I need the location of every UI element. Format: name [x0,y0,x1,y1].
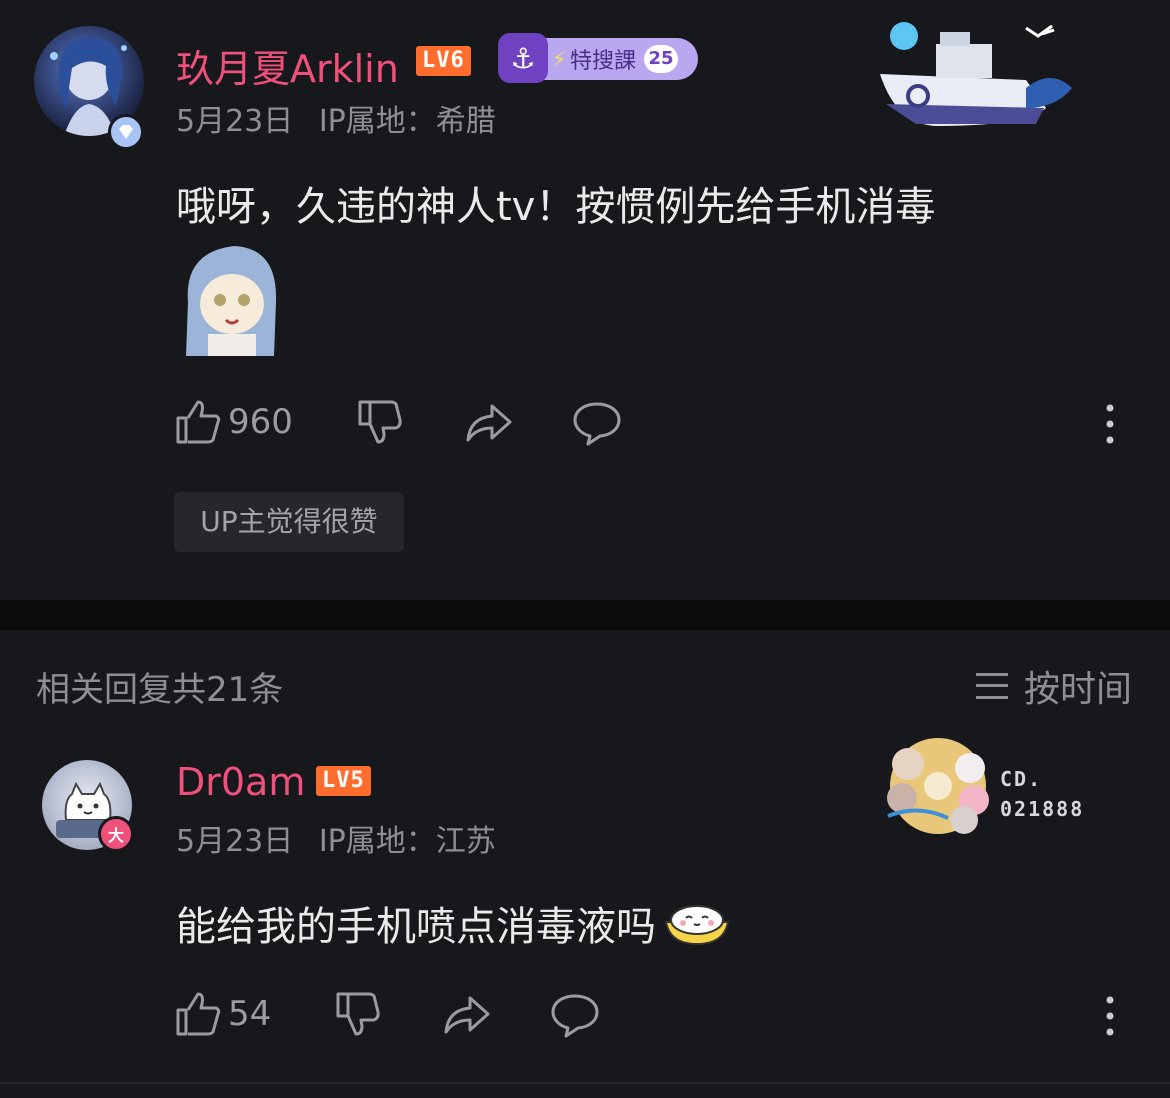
dislike-icon [358,400,402,444]
fan-medal[interactable]: ⚓ ⚡ 特搜課 25 [498,33,698,83]
comment-text-row: 能给我的手机喷点消毒液吗 [176,894,732,952]
like-icon [176,400,221,444]
more-button[interactable] [1100,994,1120,1038]
comment-text: 能给我的手机喷点消毒液吗 [176,904,656,950]
more-icon [1106,996,1114,1036]
level-badge: LV6 [416,46,471,76]
sort-label: 按时间 [1023,669,1132,710]
diamond-icon [119,125,133,139]
dislike-button[interactable] [334,990,382,1038]
action-bar: 54 [0,986,1170,1046]
username[interactable]: Dr0am [176,760,305,804]
like-count: 960 [228,402,293,442]
section-divider [0,600,1170,630]
menu-icon [975,673,1008,699]
reply-comment: 大 Dr0am LV5 5月23日 IP属地：江苏 CD. 021888 能给我… [0,730,1170,1082]
up-liked-tag: UP主觉得很赞 [174,492,404,552]
more-icon [1106,404,1114,444]
share-icon [466,404,512,442]
vip-badge [108,114,144,150]
bottom-divider [0,1082,1170,1084]
reply-icon [551,994,599,1038]
ip-location: IP属地：希腊 [318,104,496,139]
comment-date: 5月23日 [176,824,294,859]
fan-medal-name: 特搜課 [570,49,637,74]
like-icon [176,992,221,1036]
reply-icon [573,402,621,446]
sort-button[interactable]: 按时间 [974,660,1132,712]
username[interactable]: 玖月夏Arklin [176,38,399,93]
comment-meta: 5月23日 IP属地：希腊 [176,96,512,140]
action-bar: 960 [0,394,1170,454]
comment-date: 5月23日 [176,104,294,139]
like-button[interactable]: 960 [174,398,293,446]
sticker-image[interactable] [178,242,282,356]
reply-button[interactable] [572,398,622,446]
comment-meta: 5月23日 IP属地：江苏 [176,816,512,860]
cd-decoration [887,738,989,834]
share-button[interactable] [464,398,514,446]
rice-bowl-emoji-icon [664,905,730,946]
replies-header: 相关回复共21条 按时间 [0,630,1170,730]
cd-label-line2: 021888 [1000,797,1085,821]
reply-button[interactable] [550,990,600,1038]
ip-location: IP属地：江苏 [318,824,496,859]
like-button[interactable]: 54 [174,990,271,1038]
fan-medal-level: 25 [644,45,679,73]
like-count: 54 [228,994,272,1034]
vip-badge: 大 [98,816,134,852]
comment-text: 哦呀，久违的神人tv！按惯例先给手机消毒 [176,184,936,230]
level-badge: LV5 [316,766,371,796]
cd-label: CD. 021888 [1000,764,1084,824]
ship-decoration [880,22,1072,126]
lightning-icon: ⚡ [552,47,567,71]
share-button[interactable] [442,990,492,1038]
share-icon [444,996,490,1034]
dislike-icon [336,992,380,1036]
dislike-button[interactable] [356,398,404,446]
reply-count: 相关回复共21条 [36,670,284,710]
anchor-icon: ⚓ [498,33,548,83]
more-button[interactable] [1100,402,1120,446]
cd-label-line1: CD. [1000,767,1043,791]
main-comment: 玖月夏Arklin LV6 ⚓ ⚡ 特搜課 25 5月23日 IP属地：希腊 哦… [0,0,1170,600]
